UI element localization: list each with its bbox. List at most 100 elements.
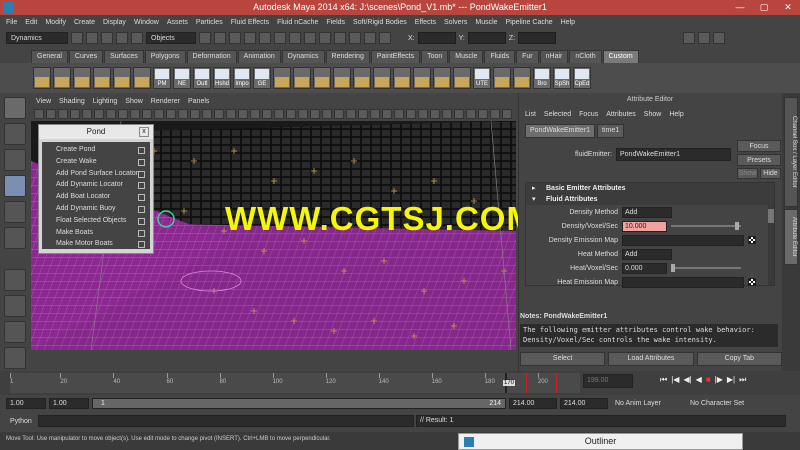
go-to-start-icon[interactable]: ⏮ bbox=[660, 375, 667, 389]
viewport-tool-icon[interactable] bbox=[178, 108, 188, 119]
menu-item-fluid-effects[interactable]: Fluid Effects bbox=[231, 19, 269, 26]
maximize-button[interactable]: ▢ bbox=[752, 0, 776, 15]
shelf-button[interactable] bbox=[313, 67, 331, 89]
viewport-tool-icon[interactable] bbox=[94, 108, 104, 119]
menu-item-file[interactable]: File bbox=[6, 19, 17, 26]
shelf-button[interactable] bbox=[93, 67, 111, 89]
viewport-tool-icon[interactable] bbox=[394, 108, 404, 119]
paint-select-tool-icon[interactable] bbox=[4, 149, 26, 171]
snap-grid-icon[interactable] bbox=[199, 32, 211, 44]
shelf-button[interactable]: Impo bbox=[233, 67, 251, 89]
attr-menu-selected[interactable]: Selected bbox=[544, 111, 571, 118]
density-method-dropdown[interactable]: Add bbox=[622, 206, 672, 218]
pond-item-make-boats[interactable]: Make Boats bbox=[42, 227, 150, 239]
character-set-dropdown[interactable]: No Character Set bbox=[690, 400, 758, 407]
render-icon[interactable] bbox=[259, 32, 271, 44]
step-back-icon[interactable]: ◀| bbox=[683, 375, 691, 389]
hypershade-icon[interactable] bbox=[304, 32, 316, 44]
stop-icon[interactable]: ■ bbox=[706, 375, 711, 389]
viewport-tool-icon[interactable] bbox=[214, 108, 224, 119]
snap-point-icon[interactable] bbox=[229, 32, 241, 44]
viewport-tool-icon[interactable] bbox=[82, 108, 92, 119]
shelf-tab-painteffects[interactable]: PaintEffects bbox=[370, 50, 421, 63]
viewport-tool-icon[interactable] bbox=[346, 108, 356, 119]
menu-item-solvers[interactable]: Solvers bbox=[444, 19, 467, 26]
viewport-menu-lighting[interactable]: Lighting bbox=[93, 98, 118, 105]
viewport-tool-icon[interactable] bbox=[466, 108, 476, 119]
viewport-tool-icon[interactable] bbox=[106, 108, 116, 119]
menu-item-display[interactable]: Display bbox=[103, 19, 126, 26]
viewport-tool-icon[interactable] bbox=[274, 108, 284, 119]
command-input[interactable] bbox=[38, 415, 414, 427]
shelf-button[interactable] bbox=[493, 67, 511, 89]
heat-voxel-slider[interactable] bbox=[671, 264, 741, 272]
select-button[interactable]: Select bbox=[520, 352, 606, 366]
render-settings-icon[interactable] bbox=[289, 32, 301, 44]
pond-item-add-boat-locator[interactable]: Add Boat Locator bbox=[42, 191, 150, 203]
viewport-tool-icon[interactable] bbox=[154, 108, 164, 119]
viewport-tool-icon[interactable] bbox=[310, 108, 320, 119]
node-name-field[interactable]: PondWakeEmitter1 bbox=[616, 148, 731, 161]
menu-item-pipeline-cache[interactable]: Pipeline Cache bbox=[506, 19, 553, 26]
layout-persp-icon[interactable] bbox=[4, 347, 26, 369]
shelf-button[interactable]: UTE bbox=[473, 67, 491, 89]
playback-end-field[interactable]: 214.00 bbox=[509, 397, 557, 409]
viewport-tool-icon[interactable] bbox=[166, 108, 176, 119]
density-map-field[interactable] bbox=[622, 234, 744, 246]
shelf-tab-rendering[interactable]: Rendering bbox=[325, 50, 370, 63]
viewport-tool-icon[interactable] bbox=[358, 108, 368, 119]
snap-curve-icon[interactable] bbox=[214, 32, 226, 44]
viewport-tool-icon[interactable] bbox=[478, 108, 488, 119]
move-tool-icon[interactable] bbox=[4, 175, 26, 197]
pond-item-add-pond-surface-locator[interactable]: Add Pond Surface Locator bbox=[42, 168, 150, 180]
shelf-button[interactable] bbox=[453, 67, 471, 89]
section-basic-emitter[interactable]: ▸ Basic Emitter Attributes bbox=[526, 183, 774, 194]
shelf-button[interactable]: Outl bbox=[193, 67, 211, 89]
pond-item-make-motor-boats[interactable]: Make Motor Boats bbox=[42, 238, 150, 250]
focus-button[interactable]: Focus bbox=[737, 140, 781, 152]
go-to-end-icon[interactable]: ⏭ bbox=[739, 375, 746, 389]
x-field[interactable] bbox=[417, 32, 456, 44]
viewport-tool-icon[interactable] bbox=[58, 108, 68, 119]
shelf-tab-muscle[interactable]: Muscle bbox=[449, 50, 484, 63]
viewport-menu-shading[interactable]: Shading bbox=[59, 98, 85, 105]
viewport-tool-icon[interactable] bbox=[262, 108, 272, 119]
shelf-button[interactable]: GE bbox=[253, 67, 271, 89]
ipr-render-icon[interactable] bbox=[274, 32, 286, 44]
presets-button[interactable]: Presets bbox=[737, 154, 781, 166]
shelf-tab-custom[interactable]: Custom bbox=[602, 50, 639, 63]
open-scene-icon[interactable] bbox=[86, 32, 98, 44]
lock-icon[interactable] bbox=[379, 32, 391, 44]
heat-map-field[interactable] bbox=[622, 276, 744, 288]
symmetry-icon[interactable] bbox=[349, 32, 361, 44]
viewport-tool-icon[interactable] bbox=[226, 108, 236, 119]
hide-button[interactable]: Hide bbox=[760, 168, 781, 179]
shelf-button[interactable] bbox=[293, 67, 311, 89]
attr-menu-attributes[interactable]: Attributes bbox=[606, 111, 636, 118]
viewport-tool-icon[interactable] bbox=[322, 108, 332, 119]
layout-four-icon[interactable] bbox=[4, 321, 26, 343]
shelf-button[interactable]: SpSh bbox=[553, 67, 571, 89]
toggle-panel-icon[interactable] bbox=[683, 32, 696, 44]
section-fluid-attributes[interactable]: ▾ Fluid Attributes bbox=[526, 194, 774, 205]
shelf-button[interactable] bbox=[393, 67, 411, 89]
last-tool-icon[interactable] bbox=[4, 269, 26, 291]
shelf-button[interactable]: CpEd bbox=[573, 67, 591, 89]
menu-item-particles[interactable]: Particles bbox=[196, 19, 223, 26]
viewport-tool-icon[interactable] bbox=[334, 108, 344, 119]
tab-pondwakeemitter1[interactable]: PondWakeEmitter1 bbox=[525, 124, 596, 138]
viewport-tool-icon[interactable] bbox=[238, 108, 248, 119]
show-attr-icon[interactable] bbox=[698, 32, 711, 44]
attr-menu-show[interactable]: Show bbox=[644, 111, 662, 118]
viewport-tool-icon[interactable] bbox=[130, 108, 140, 119]
viewport-tool-icon[interactable] bbox=[34, 108, 44, 119]
viewport-tool-icon[interactable] bbox=[370, 108, 380, 119]
select-tool-icon[interactable] bbox=[4, 97, 26, 119]
menu-item-fluid-ncache[interactable]: Fluid nCache bbox=[277, 19, 318, 26]
tab-channel-box[interactable]: Channel Box / Layer Editor bbox=[784, 97, 798, 207]
shelf-button[interactable] bbox=[33, 67, 51, 89]
select-hierarchy-icon[interactable] bbox=[116, 32, 128, 44]
shelf-tab-toon[interactable]: Toon bbox=[421, 50, 449, 63]
heat-voxel-field[interactable]: 0.000 bbox=[622, 262, 667, 274]
viewport-tool-icon[interactable] bbox=[442, 108, 452, 119]
